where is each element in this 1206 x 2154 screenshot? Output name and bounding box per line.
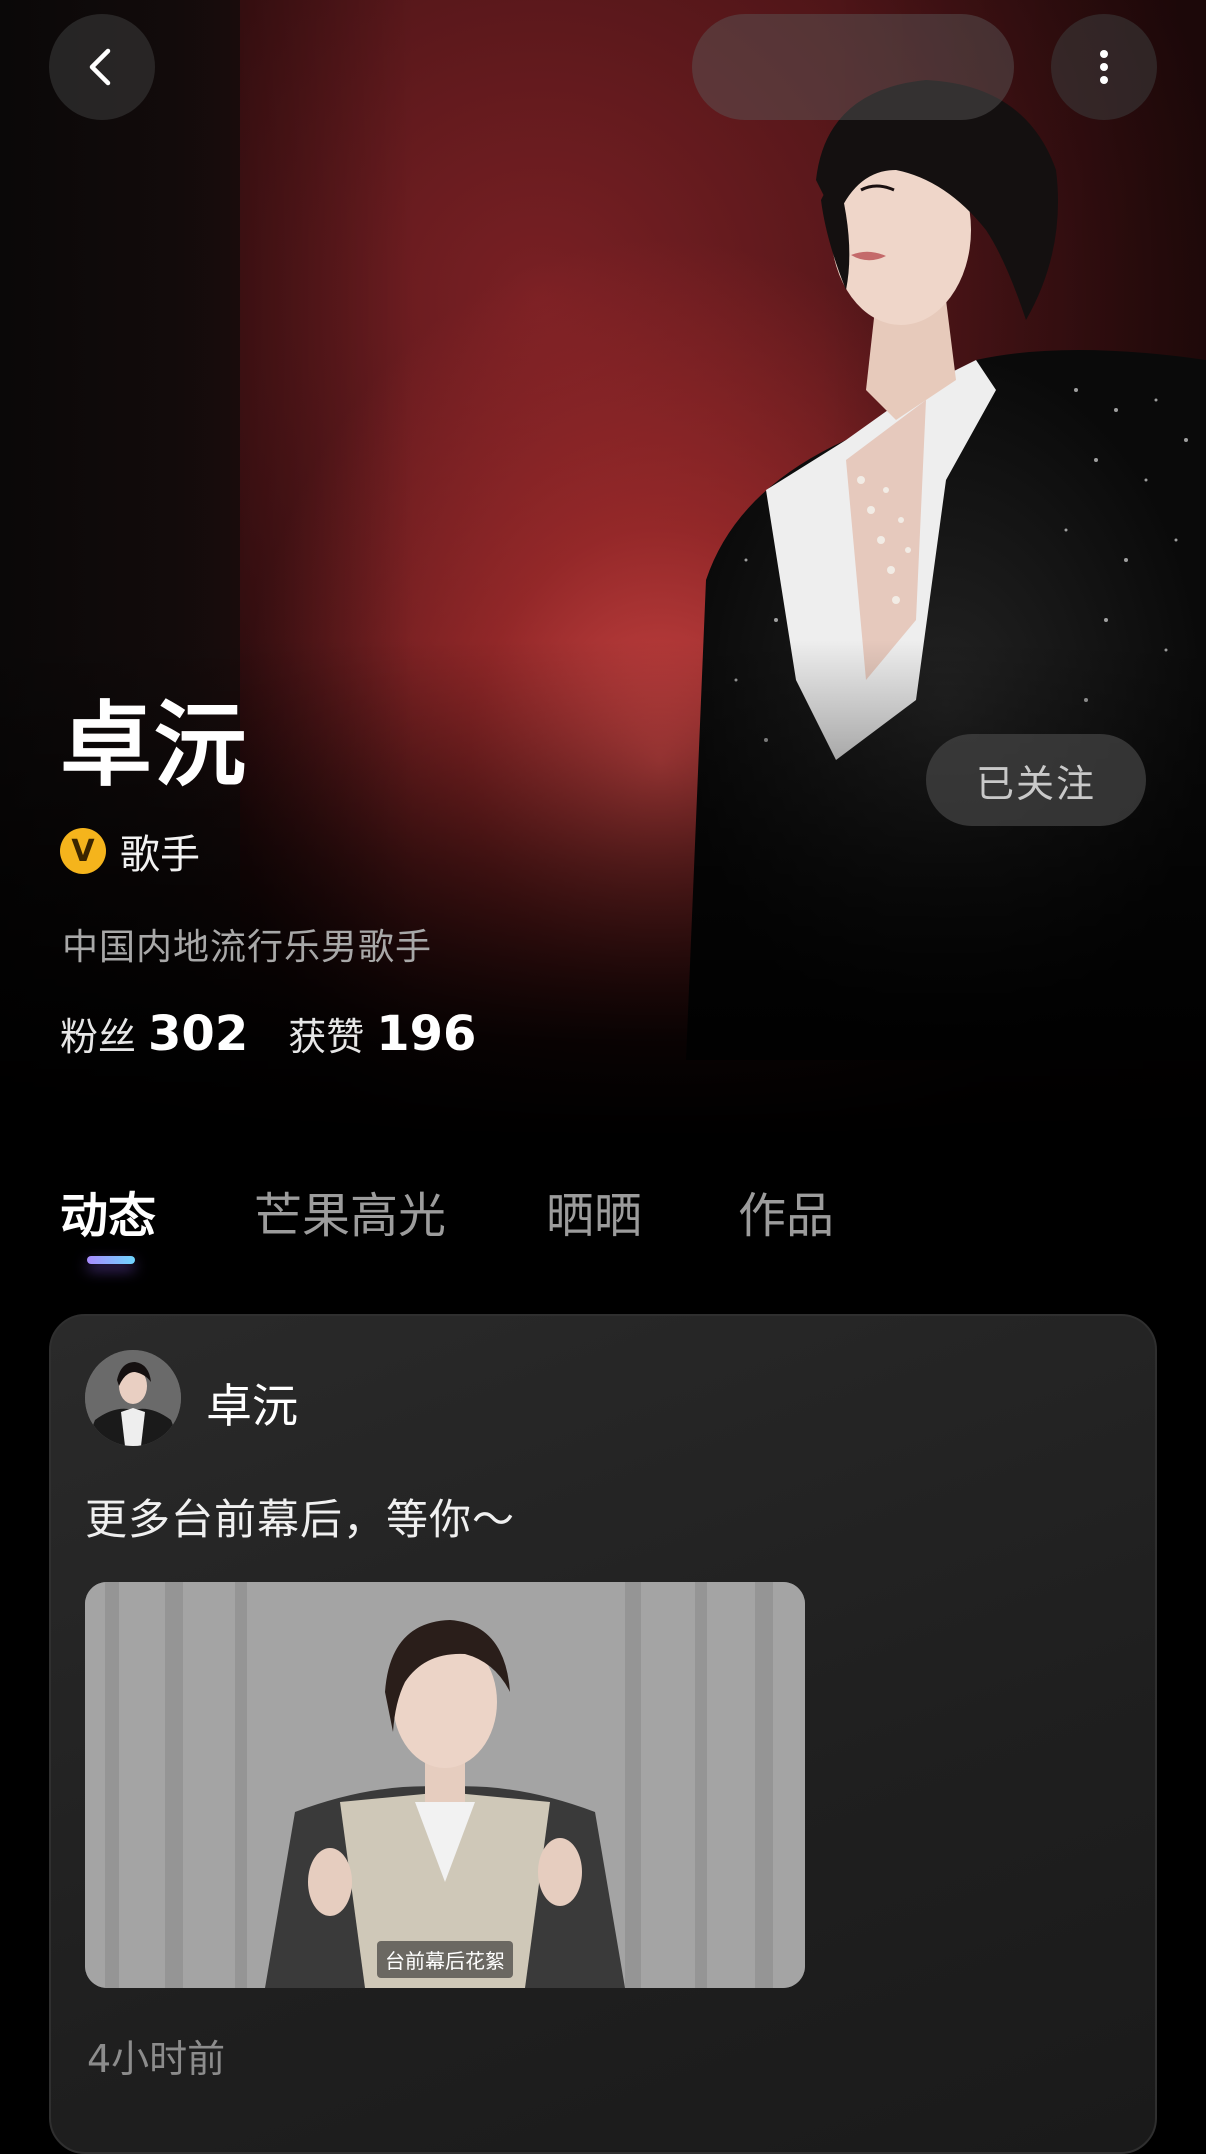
- fans-count[interactable]: 302: [148, 1006, 248, 1062]
- header-search-pill[interactable]: [692, 14, 1014, 120]
- tab-mango-highlights[interactable]: 芒果高光: [254, 1176, 446, 1246]
- post-timestamp: 4小时前: [87, 2037, 226, 2081]
- chevron-left-icon: [89, 48, 111, 86]
- post-text: 更多台前幕后，等你～: [85, 1495, 516, 1544]
- likes-label: 获赞: [288, 1015, 365, 1059]
- profile-name: 卓沅: [60, 692, 249, 799]
- tab-share[interactable]: 晒晒: [546, 1176, 642, 1246]
- post-card[interactable]: 卓沅 更多台前幕后，等你～ 台前幕后花絮 4小时前: [49, 1314, 1157, 2154]
- thumbnail-image: [85, 1582, 805, 1988]
- fans-label: 粉丝: [60, 1015, 137, 1059]
- thumbnail-caption: 台前幕后花絮: [377, 1941, 513, 1978]
- tab-works[interactable]: 作品: [738, 1176, 834, 1246]
- profile-bio: 中国内地流行乐男歌手: [62, 927, 433, 968]
- likes-count: 196: [376, 1006, 477, 1062]
- follow-button[interactable]: 已关注: [926, 734, 1146, 826]
- profile-role: 歌手: [120, 832, 200, 878]
- verified-badge-icon: V: [60, 828, 106, 874]
- role-row: V 歌手: [60, 822, 200, 880]
- post-author[interactable]: 卓沅: [206, 1370, 298, 1436]
- profile-stats: 粉丝 302 获赞 196: [60, 1006, 516, 1062]
- more-vertical-icon: [1100, 50, 1108, 84]
- avatar-image: [85, 1350, 181, 1446]
- post-video-thumbnail[interactable]: 台前幕后花絮: [85, 1582, 805, 1988]
- tab-dynamics[interactable]: 动态: [60, 1176, 156, 1246]
- active-tab-indicator: [87, 1256, 135, 1264]
- more-options-button[interactable]: [1051, 14, 1157, 120]
- back-button[interactable]: [49, 14, 155, 120]
- avatar[interactable]: [85, 1350, 181, 1446]
